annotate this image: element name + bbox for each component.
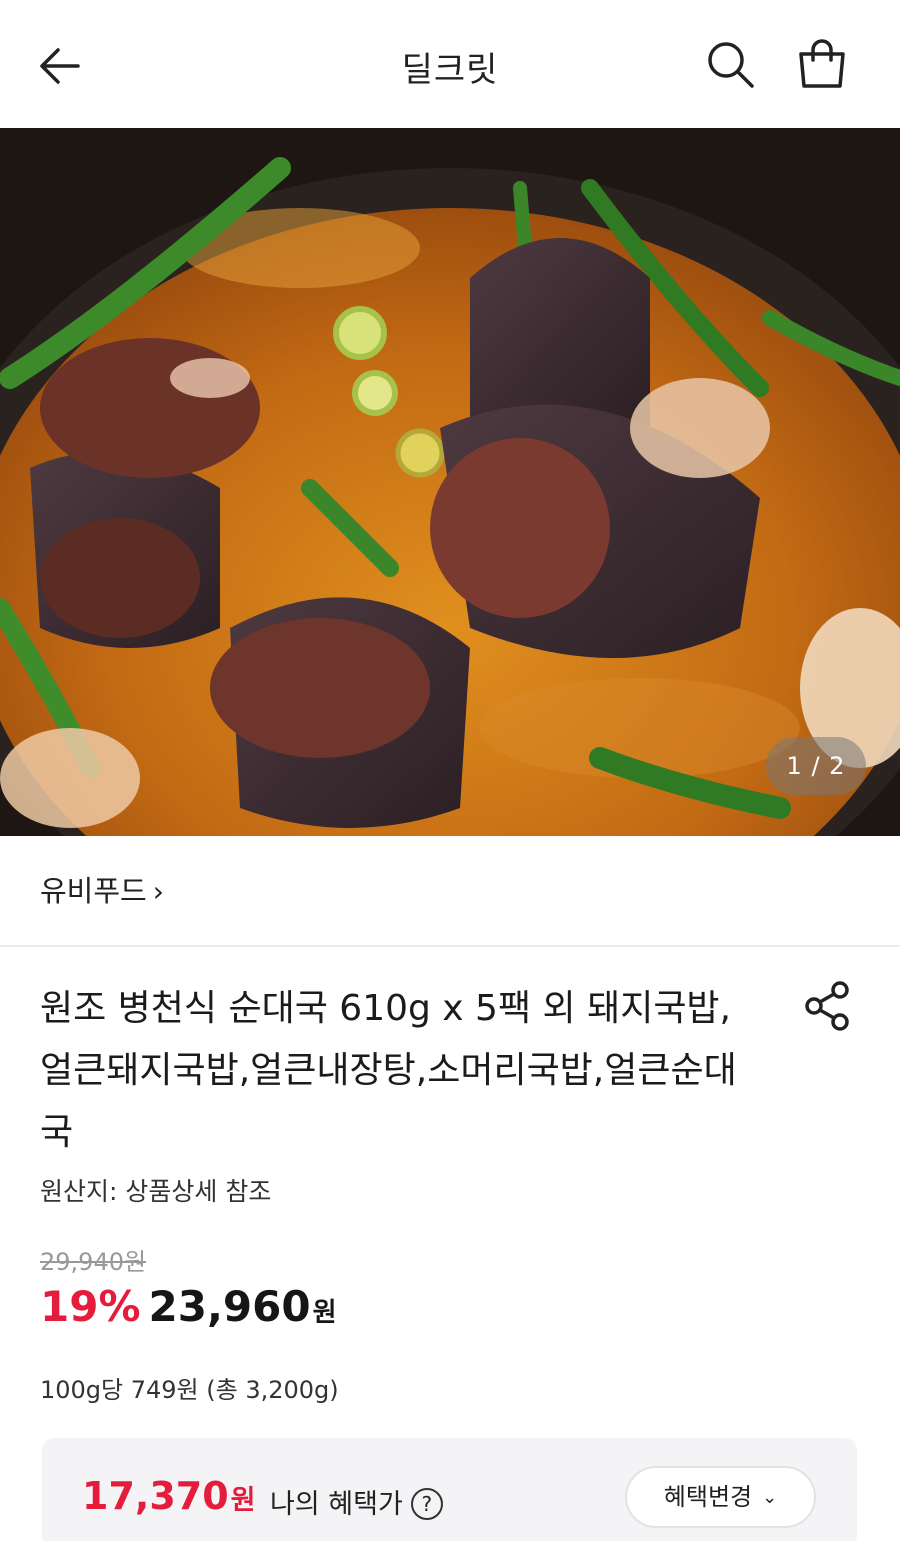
benefit-price: 17,370원 [82, 1474, 255, 1518]
chevron-down-icon: ⌄ [762, 1487, 778, 1508]
discount-rate: 19% [40, 1282, 141, 1331]
change-benefit-button[interactable]: 혜택변경 ⌄ [625, 1466, 816, 1528]
origin-info: 원산지: 상품상세 참조 [40, 1177, 272, 1206]
unit-price: 100g당 749원 (총 3,200g) [40, 1376, 339, 1404]
product-title: 원조 병천식 순대국 610g x 5팩 외 돼지국밥,얼큰돼지국밥,얼큰내장탕… [40, 988, 737, 1153]
product-image[interactable] [0, 128, 900, 836]
page-title: 딜크릿 [401, 50, 499, 90]
image-counter: 1 / 2 [766, 737, 866, 795]
benefit-price-value: 17,370 [82, 1474, 229, 1518]
benefit-label-text: 나의 혜택가 [270, 1489, 403, 1520]
benefit-panel: 17,370원 나의 혜택가? 혜택변경 ⌄ [42, 1438, 857, 1541]
original-price: 29,940원 [40, 1248, 147, 1276]
store-name: 유비푸드 [40, 874, 147, 908]
benefit-label: 나의 혜택가? [270, 1482, 443, 1521]
store-link[interactable]: 유비푸드 › [40, 868, 164, 910]
price-unit: 원 [312, 1298, 337, 1328]
benefit-price-unit: 원 [230, 1485, 256, 1516]
sale-price: 23,960 [148, 1282, 311, 1331]
share-icon[interactable] [800, 978, 856, 1034]
divider [0, 945, 900, 947]
chevron-right-icon: › [152, 875, 164, 908]
change-benefit-label: 혜택변경 [663, 1483, 753, 1511]
search-icon[interactable] [704, 38, 758, 92]
help-icon[interactable]: ? [410, 1488, 443, 1520]
shopping-bag-icon[interactable] [794, 36, 850, 92]
price-row: 19% 23,960원 [40, 1282, 337, 1342]
product-photo [0, 128, 900, 836]
top-bar: 딜크릿 [0, 0, 900, 128]
